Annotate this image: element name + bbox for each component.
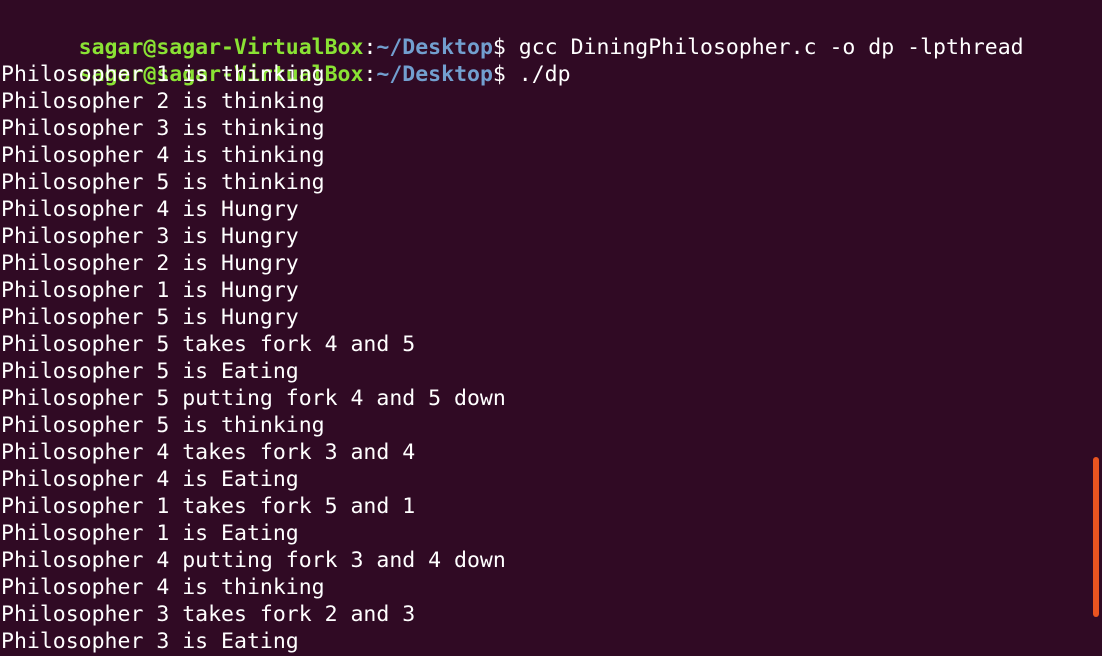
prompt-separator: : xyxy=(363,35,377,60)
prompt-path: ~/Desktop xyxy=(376,62,493,87)
output-line: Philosopher 5 is thinking xyxy=(1,413,325,438)
command-text: gcc DiningPhilosopher.c -o dp -lpthread xyxy=(518,35,1024,60)
output-line: Philosopher 5 is Eating xyxy=(1,359,299,384)
prompt-path: ~/Desktop xyxy=(376,35,493,60)
prompt-symbol: $ xyxy=(492,35,519,60)
output-line: Philosopher 4 is thinking xyxy=(1,143,325,168)
output-line: Philosopher 1 is Hungry xyxy=(1,278,299,303)
output-line: Philosopher 5 putting fork 4 and 5 down xyxy=(1,386,506,411)
prompt-separator: : xyxy=(363,62,377,87)
output-line: Philosopher 3 is Eating xyxy=(1,629,299,654)
output-line: Philosopher 3 is thinking xyxy=(1,116,325,141)
output-line: Philosopher 3 is Hungry xyxy=(1,224,299,249)
output-line: Philosopher 4 takes fork 3 and 4 xyxy=(1,440,416,465)
output-line: Philosopher 1 takes fork 5 and 1 xyxy=(1,494,416,519)
scrollbar[interactable] xyxy=(1088,0,1102,656)
output-line: Philosopher 4 is Hungry xyxy=(1,197,299,222)
terminal-window[interactable]: sagar@sagar-VirtualBox:~/Desktop$ gcc Di… xyxy=(0,0,1102,656)
prompt-symbol: $ xyxy=(492,62,519,87)
prompt-user-host: sagar@sagar-VirtualBox xyxy=(78,35,364,60)
command-text: ./dp xyxy=(518,62,571,87)
scrollbar-thumb[interactable] xyxy=(1093,457,1099,617)
output-line: Philosopher 3 takes fork 2 and 3 xyxy=(1,602,416,627)
command-line: sagar@sagar-VirtualBox:~/Desktop$ gcc Di… xyxy=(1,7,1024,60)
output-line: Philosopher 5 takes fork 4 and 5 xyxy=(1,332,416,357)
output-line: Philosopher 5 is thinking xyxy=(1,170,325,195)
output-line: Philosopher 1 is Eating xyxy=(1,521,299,546)
output-line: Philosopher 4 putting fork 3 and 4 down xyxy=(1,548,506,573)
output-line: Philosopher 5 is Hungry xyxy=(1,305,299,330)
output-line: Philosopher 2 is Hungry xyxy=(1,251,299,276)
output-line: Philosopher 4 is Eating xyxy=(1,467,299,492)
output-line: Philosopher 4 is thinking xyxy=(1,575,325,600)
terminal-output-area[interactable]: sagar@sagar-VirtualBox:~/Desktop$ gcc Di… xyxy=(1,7,1024,655)
output-line: Philosopher 2 is thinking xyxy=(1,89,325,114)
